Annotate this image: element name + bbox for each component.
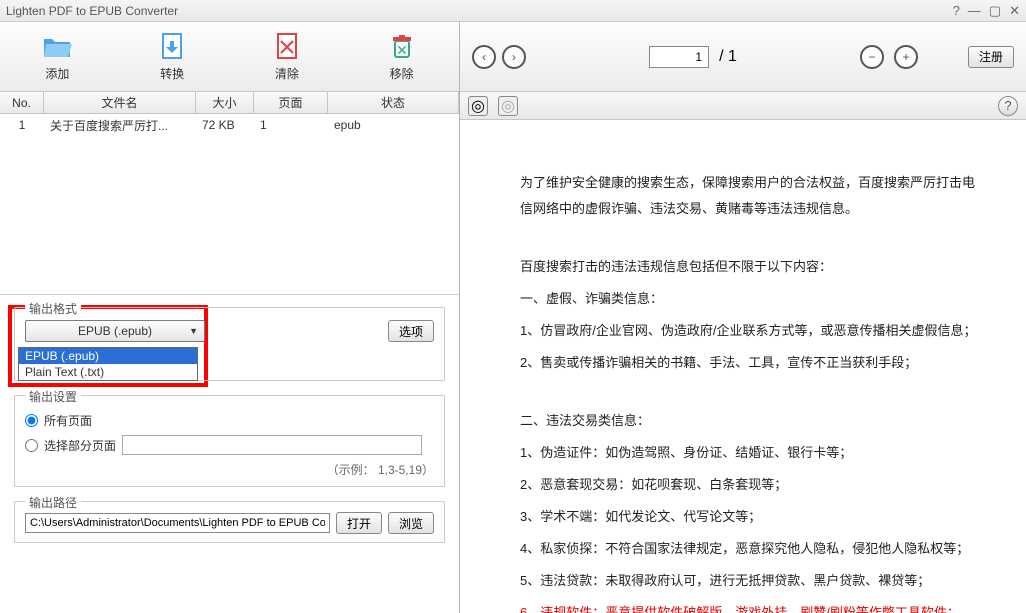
dropdown-option[interactable]: EPUB (.epub) bbox=[19, 348, 197, 364]
remove-button[interactable]: 移除 bbox=[348, 26, 455, 87]
maximize-icon[interactable]: ▢ bbox=[989, 3, 1001, 19]
document-preview[interactable]: 为了维护安全健康的搜索生态，保障搜索用户的合法权益，百度搜索严厉打击电信网络中的… bbox=[460, 120, 1026, 613]
left-pane: 添加 转换 清除 移除 No. 文件名 大小 页面 状态 1 bbox=[0, 22, 460, 613]
col-name[interactable]: 文件名 bbox=[44, 92, 196, 113]
clear-button[interactable]: 清除 bbox=[234, 26, 341, 87]
output-path-fieldset: 输出路径 打开 浏览 bbox=[14, 501, 445, 543]
doc-line: 2、恶意套现交易：如花呗套现、白条套现等； bbox=[520, 472, 986, 498]
partial-pages-input[interactable] bbox=[122, 435, 422, 455]
table-body: 1 关于百度搜索严厉打... 72 KB 1 epub bbox=[0, 114, 459, 294]
document-clear-icon bbox=[271, 31, 303, 63]
doc-line: 百度搜索打击的违法违规信息包括但不限于以下内容： bbox=[520, 254, 986, 280]
open-button[interactable]: 打开 bbox=[336, 512, 382, 534]
output-format-dropdown[interactable]: EPUB (.epub) Plain Text (.txt) bbox=[18, 347, 198, 381]
folder-open-icon bbox=[41, 31, 73, 63]
page-input[interactable] bbox=[649, 46, 709, 68]
table-row[interactable]: 1 关于百度搜索严厉打... 72 KB 1 epub bbox=[0, 114, 459, 136]
prev-page-button[interactable]: ‹ bbox=[472, 45, 496, 69]
partial-pages-radio[interactable]: 选择部分页面 bbox=[25, 435, 434, 455]
convert-button[interactable]: 转换 bbox=[119, 26, 226, 87]
output-settings-fieldset: 输出设置 所有页面 选择部分页面 （示例： 1,3-5,19） bbox=[14, 395, 445, 487]
view-mode-2-button[interactable]: ◎ bbox=[498, 96, 518, 116]
example-text: （示例： 1,3-5,19） bbox=[25, 461, 434, 478]
doc-line: 3、学术不端：如代发论文、代写论文等； bbox=[520, 504, 986, 530]
doc-line: 一、虚假、诈骗类信息： bbox=[520, 286, 986, 312]
next-page-button[interactable]: › bbox=[502, 45, 526, 69]
close-icon[interactable]: ✕ bbox=[1009, 3, 1020, 19]
doc-line: 二、违法交易类信息： bbox=[520, 408, 986, 434]
col-no[interactable]: No. bbox=[0, 92, 44, 113]
output-settings-legend: 输出设置 bbox=[25, 388, 81, 405]
doc-line: 5、违法贷款：未取得政府认可，进行无抵押贷款、黑户贷款、裸贷等； bbox=[520, 568, 986, 594]
document-convert-icon bbox=[156, 31, 188, 63]
title-bar: Lighten PDF to EPUB Converter ? — ▢ ✕ bbox=[0, 0, 1026, 22]
doc-line: 1、伪造证件：如伪造驾照、身份证、结婚证、银行卡等； bbox=[520, 440, 986, 466]
output-path-input[interactable] bbox=[25, 513, 330, 533]
col-size[interactable]: 大小 bbox=[196, 92, 254, 113]
col-page[interactable]: 页面 bbox=[254, 92, 328, 113]
register-button[interactable]: 注册 bbox=[968, 46, 1014, 68]
doc-line: 1、仿冒政府/企业官网、伪造政府/企业联系方式等，或恶意传播相关虚假信息； bbox=[520, 318, 986, 344]
window-title: Lighten PDF to EPUB Converter bbox=[6, 4, 178, 18]
options-button[interactable]: 选项 bbox=[388, 320, 434, 342]
preview-subtoolbar: ◎ ◎ ? bbox=[460, 92, 1026, 120]
doc-line: 为了维护安全健康的搜索生态，保障搜索用户的合法权益，百度搜索严厉打击电信网络中的… bbox=[520, 170, 986, 222]
browse-button[interactable]: 浏览 bbox=[388, 512, 434, 534]
col-status[interactable]: 状态 bbox=[328, 92, 459, 113]
output-path-legend: 输出路径 bbox=[25, 494, 81, 511]
main-toolbar: 添加 转换 清除 移除 bbox=[0, 22, 459, 92]
all-pages-radio[interactable]: 所有页面 bbox=[25, 412, 434, 429]
view-mode-1-button[interactable]: ◎ bbox=[468, 96, 488, 116]
settings-area: 输出格式 EPUB (.epub) ▼ 选项 EPUB (.epub) Plai… bbox=[0, 294, 459, 613]
table-header: No. 文件名 大小 页面 状态 bbox=[0, 92, 459, 114]
chevron-down-icon: ▼ bbox=[189, 326, 198, 336]
output-format-combo[interactable]: EPUB (.epub) ▼ bbox=[25, 320, 205, 342]
zoom-in-button[interactable]: + bbox=[894, 45, 918, 69]
minimize-icon[interactable]: — bbox=[968, 3, 981, 18]
dropdown-option[interactable]: Plain Text (.txt) bbox=[19, 364, 197, 380]
add-button[interactable]: 添加 bbox=[4, 26, 111, 87]
page-total: / 1 bbox=[719, 48, 737, 66]
help-icon[interactable]: ? bbox=[953, 3, 960, 18]
doc-line: 2、售卖或传播诈骗相关的书籍、手法、工具，宣传不正当获利手段； bbox=[520, 350, 986, 376]
trash-icon bbox=[386, 31, 418, 63]
preview-toolbar: ‹ › / 1 − + 注册 bbox=[460, 22, 1026, 92]
doc-line: 4、私家侦探：不符合国家法律规定，恶意探究他人隐私，侵犯他人隐私权等； bbox=[520, 536, 986, 562]
doc-line: 6、违规软件：恶意提供软件破解版、游戏外挂、刷赞/刷粉等作弊工具软件； bbox=[520, 600, 986, 613]
right-pane: ‹ › / 1 − + 注册 ◎ ◎ ? 为了维护安全健康的搜索生态，保障搜索用… bbox=[460, 22, 1026, 613]
zoom-out-button[interactable]: − bbox=[860, 45, 884, 69]
output-format-legend: 输出格式 bbox=[25, 300, 81, 317]
help-button[interactable]: ? bbox=[998, 96, 1018, 116]
